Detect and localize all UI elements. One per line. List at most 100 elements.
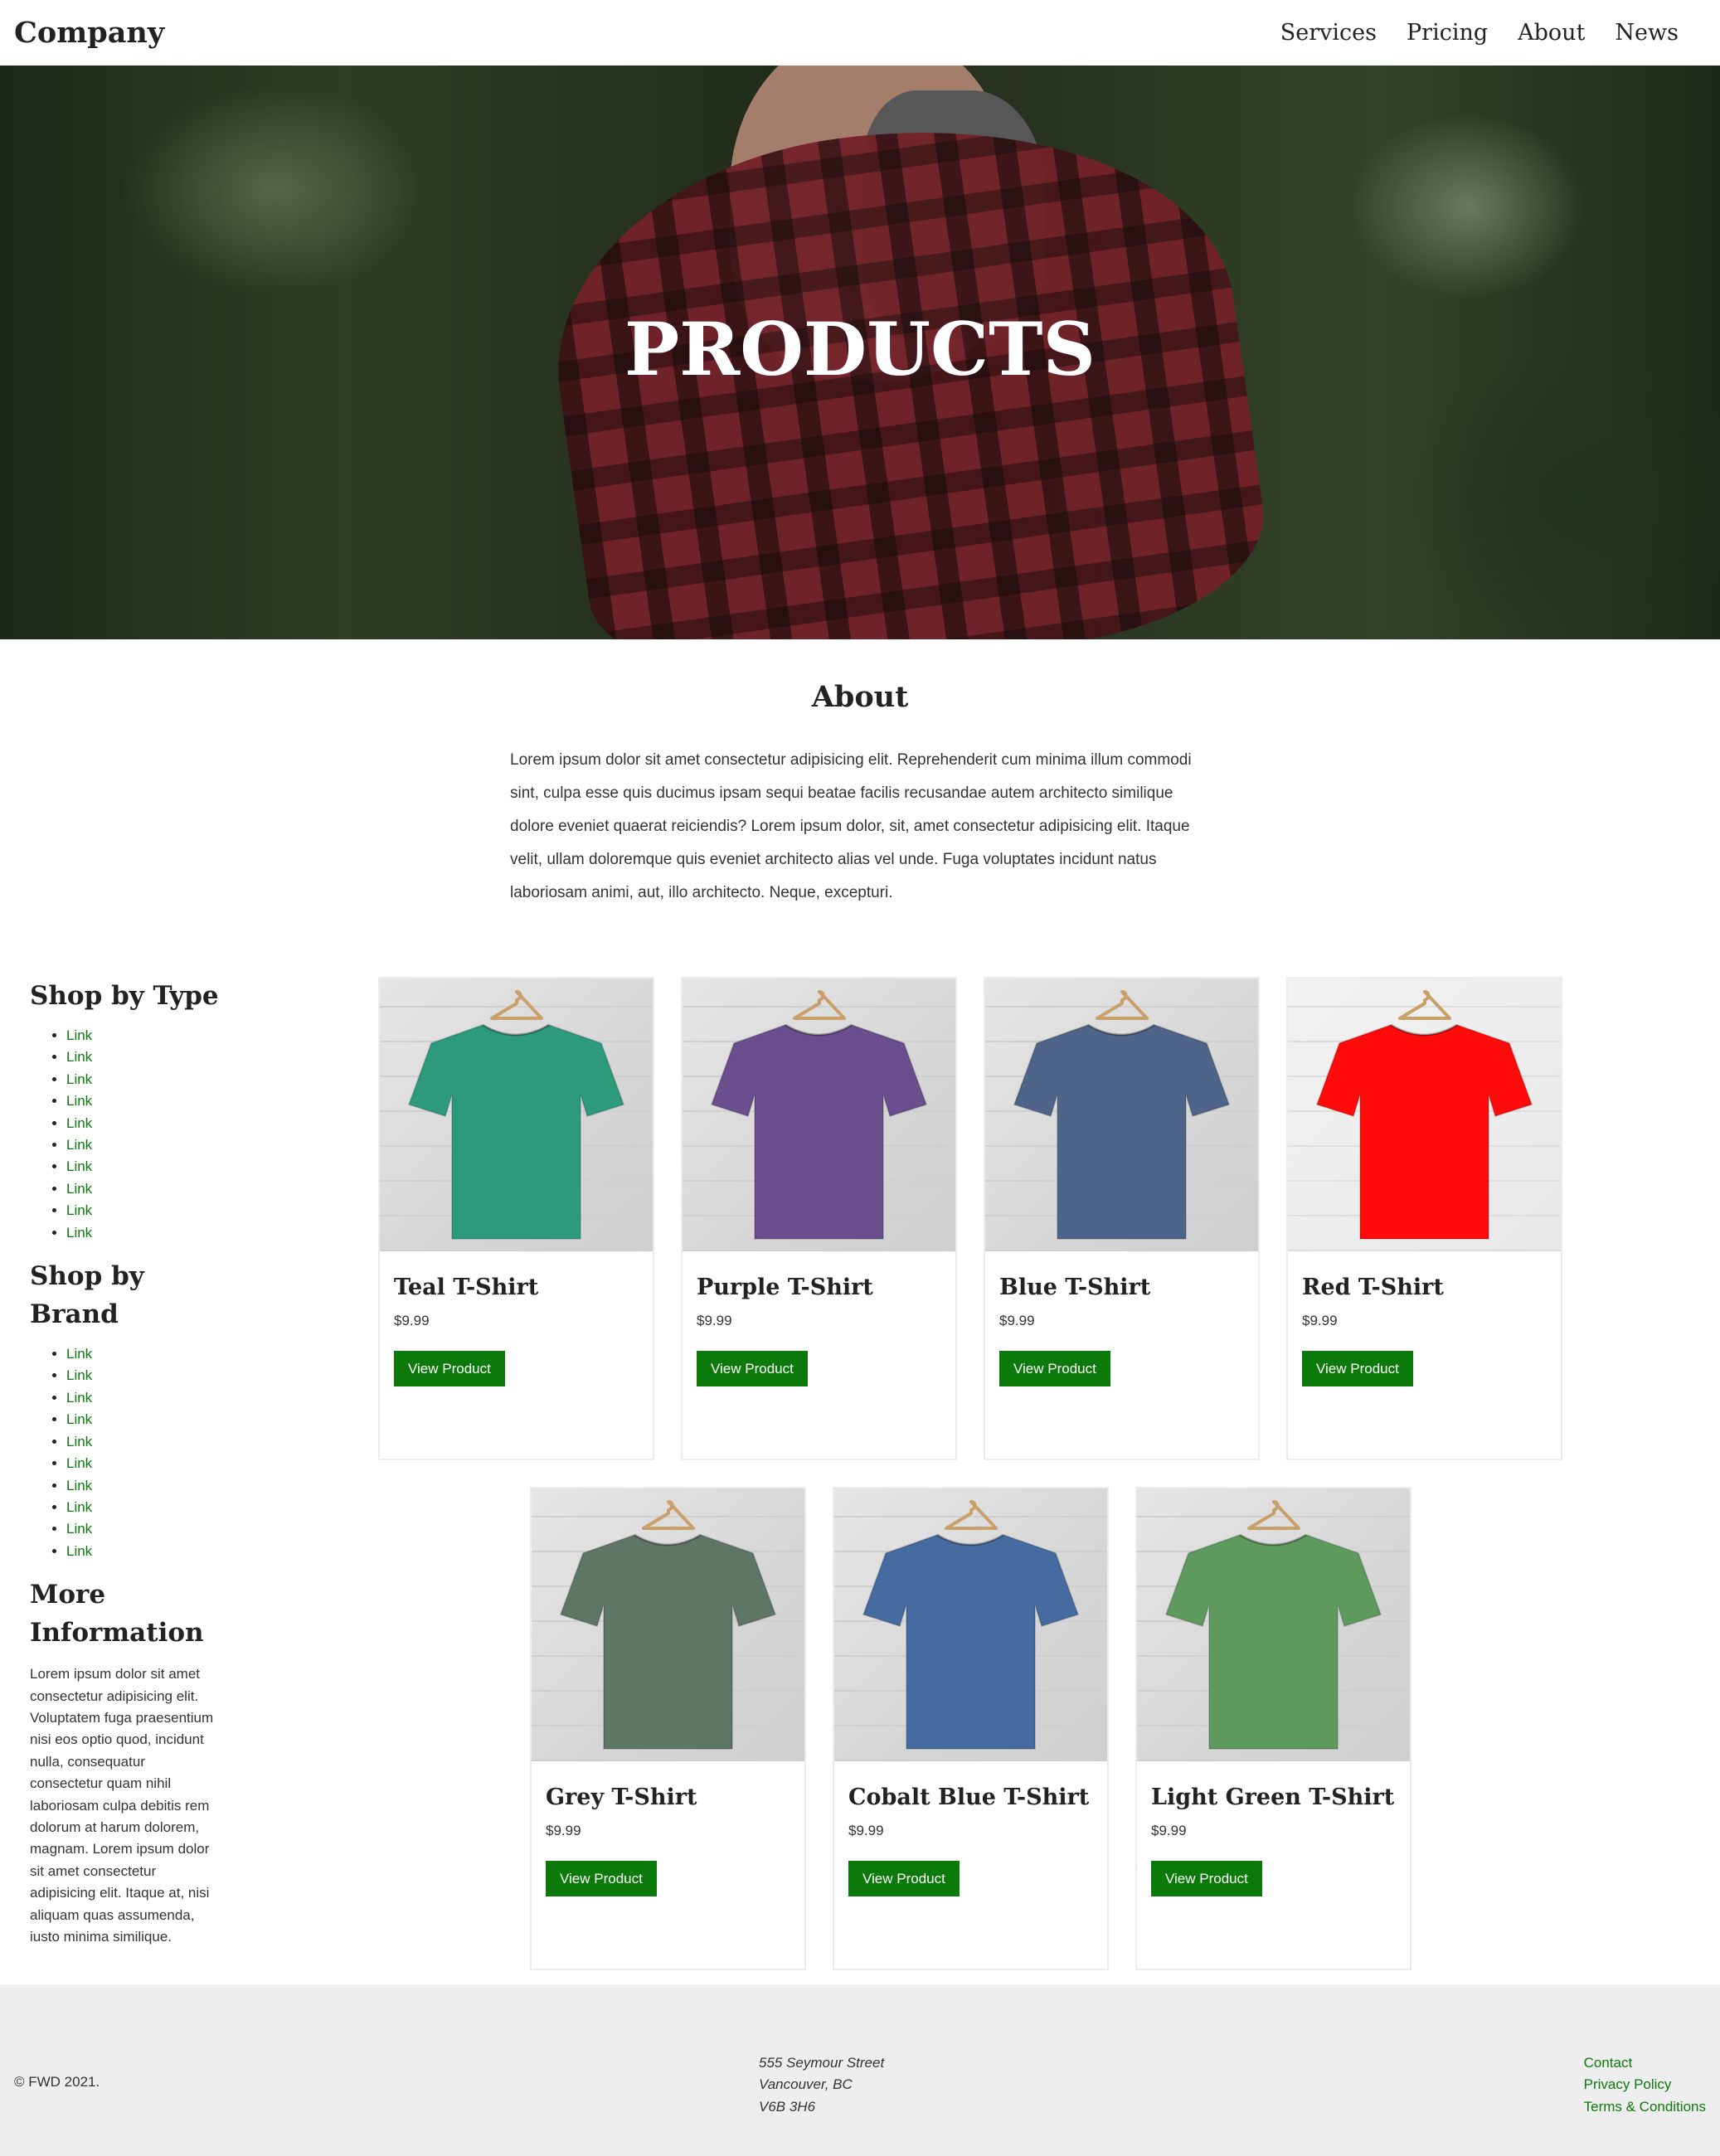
brand-logo[interactable]: Company <box>14 16 164 50</box>
address-line: 555 Seymour Street <box>759 2055 885 2071</box>
product-image[interactable] <box>532 1488 804 1761</box>
brand-link[interactable]: Link <box>66 1434 92 1449</box>
shop-by-type-heading: Shop by Type <box>30 981 219 1011</box>
copyright: © FWD 2021. <box>14 2074 100 2090</box>
address-line: V6B 3H6 <box>759 2098 816 2115</box>
footer-link-privacy[interactable]: Privacy Policy <box>1584 2074 1706 2095</box>
nav-about[interactable]: About <box>1518 20 1585 46</box>
product-card: Blue T-Shirt $9.99 View Product <box>984 977 1260 1460</box>
tshirt-icon <box>1315 1023 1533 1240</box>
hero-banner: PRODUCTS <box>0 66 1720 639</box>
site-header: Company Services Pricing About News <box>0 0 1720 66</box>
brand-link[interactable]: Link <box>66 1521 92 1537</box>
brand-link[interactable]: Link <box>66 1478 92 1493</box>
product-title: Blue T-Shirt <box>999 1275 1151 1300</box>
type-link[interactable]: Link <box>66 1225 92 1241</box>
hero-title: PRODUCTS <box>624 306 1096 392</box>
product-card: Purple T-Shirt $9.99 View Product <box>681 977 957 1460</box>
view-product-button[interactable]: View Product <box>697 1351 808 1386</box>
product-title: Purple T-Shirt <box>697 1275 873 1300</box>
product-image[interactable] <box>985 978 1258 1251</box>
product-card: Red T-Shirt $9.99 View Product <box>1286 977 1562 1460</box>
tshirt-icon <box>559 1533 777 1750</box>
list-item: Link <box>66 1046 229 1068</box>
view-product-button[interactable]: View Product <box>999 1351 1110 1386</box>
list-item: Link <box>66 1431 229 1453</box>
list-item: Link <box>66 1113 229 1134</box>
product-card: Light Green T-Shirt $9.99 View Product <box>1135 1487 1411 1970</box>
type-link[interactable]: Link <box>66 1158 92 1174</box>
nav-services[interactable]: Services <box>1280 20 1377 46</box>
product-price: $9.99 <box>1302 1313 1338 1328</box>
product-card: Grey T-Shirt $9.99 View Product <box>530 1487 806 1970</box>
product-card: Cobalt Blue T-Shirt $9.99 View Product <box>833 1487 1109 1970</box>
list-item: Link <box>66 1497 229 1518</box>
type-link[interactable]: Link <box>66 1115 92 1131</box>
product-title: Light Green T-Shirt <box>1151 1785 1395 1810</box>
list-item: Link <box>66 1025 229 1046</box>
view-product-button[interactable]: View Product <box>546 1861 657 1896</box>
brand-link[interactable]: Link <box>66 1455 92 1471</box>
product-image[interactable] <box>683 978 955 1251</box>
list-item: Link <box>66 1518 229 1540</box>
view-product-button[interactable]: View Product <box>848 1861 960 1896</box>
type-link[interactable]: Link <box>66 1137 92 1153</box>
tshirt-icon <box>710 1023 928 1240</box>
brand-link[interactable]: Link <box>66 1411 92 1427</box>
type-link[interactable]: Link <box>66 1049 92 1065</box>
shop-by-brand-list: Link Link Link Link Link Link Link Link … <box>30 1343 229 1562</box>
more-information-heading: More Information <box>30 1580 204 1649</box>
brand-link[interactable]: Link <box>66 1499 92 1515</box>
brand-link[interactable]: Link <box>66 1390 92 1406</box>
sidebar: Shop by Type Link Link Link Link Link Li… <box>30 977 229 1948</box>
product-image[interactable] <box>834 1488 1107 1761</box>
type-link[interactable]: Link <box>66 1071 92 1087</box>
type-link[interactable]: Link <box>66 1027 92 1043</box>
list-item: Link <box>66 1200 229 1221</box>
list-item: Link <box>66 1069 229 1090</box>
main-nav: Services Pricing About News <box>1280 20 1679 46</box>
list-item: Link <box>66 1090 229 1112</box>
list-item: Link <box>66 1475 229 1497</box>
tshirt-icon <box>1013 1023 1231 1240</box>
view-product-button[interactable]: View Product <box>1302 1351 1413 1386</box>
about-section: About Lorem ipsum dolor sit amet consect… <box>0 680 1720 901</box>
product-image[interactable] <box>380 978 653 1251</box>
list-item: Link <box>66 1365 229 1386</box>
product-image[interactable] <box>1288 978 1561 1251</box>
about-heading: About <box>811 680 909 714</box>
view-product-button[interactable]: View Product <box>394 1351 505 1386</box>
type-link[interactable]: Link <box>66 1181 92 1197</box>
about-text: Lorem ipsum dolor sit amet consectetur a… <box>510 751 1192 901</box>
list-item: Link <box>66 1222 229 1244</box>
type-link[interactable]: Link <box>66 1093 92 1109</box>
list-item: Link <box>66 1343 229 1365</box>
footer-link-terms[interactable]: Terms & Conditions <box>1584 2096 1706 2118</box>
list-item: Link <box>66 1134 229 1156</box>
more-information-text: Lorem ipsum dolor sit amet consectetur a… <box>30 1666 214 1945</box>
shop-by-brand-heading: Shop by Brand <box>30 1261 144 1330</box>
product-price: $9.99 <box>1151 1823 1187 1838</box>
tshirt-icon <box>407 1023 625 1240</box>
nav-news[interactable]: News <box>1615 20 1679 46</box>
brand-link[interactable]: Link <box>66 1367 92 1383</box>
product-image[interactable] <box>1137 1488 1410 1761</box>
list-item: Link <box>66 1453 229 1474</box>
product-price: $9.99 <box>546 1823 581 1838</box>
type-link[interactable]: Link <box>66 1202 92 1218</box>
address-line: Vancouver, BC <box>759 2076 853 2093</box>
list-item: Link <box>66 1541 229 1562</box>
product-card: Teal T-Shirt $9.99 View Product <box>378 977 654 1460</box>
product-price: $9.99 <box>394 1313 430 1328</box>
footer-links: Contact Privacy Policy Terms & Condition… <box>1584 2052 1706 2118</box>
product-price: $9.99 <box>848 1823 884 1838</box>
list-item: Link <box>66 1156 229 1178</box>
tshirt-icon <box>862 1533 1080 1750</box>
brand-link[interactable]: Link <box>66 1543 92 1559</box>
brand-link[interactable]: Link <box>66 1346 92 1362</box>
footer-link-contact[interactable]: Contact <box>1584 2052 1706 2074</box>
nav-pricing[interactable]: Pricing <box>1407 20 1488 46</box>
view-product-button[interactable]: View Product <box>1151 1861 1262 1896</box>
list-item: Link <box>66 1409 229 1430</box>
product-title: Red T-Shirt <box>1302 1275 1444 1300</box>
